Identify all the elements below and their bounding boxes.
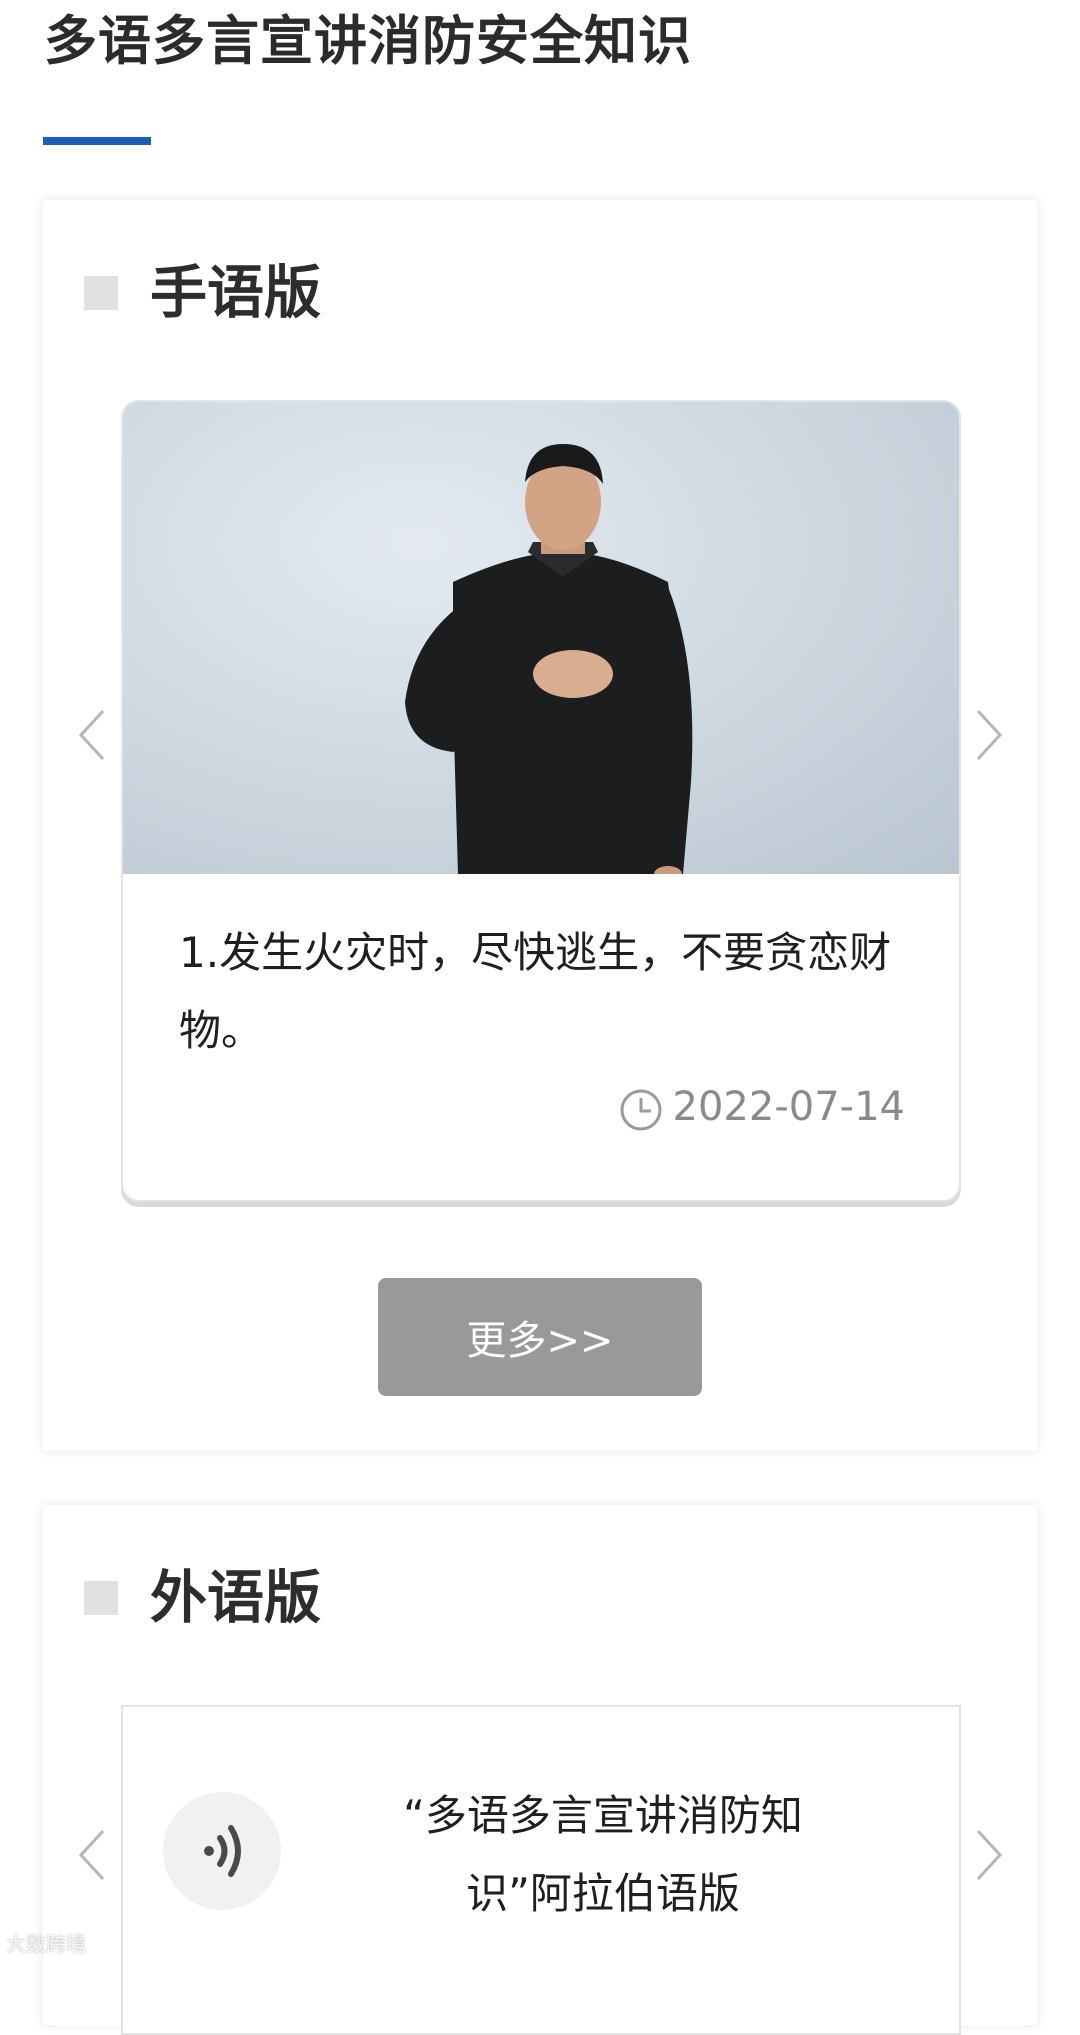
sound-waves-icon [204,1825,241,1877]
title-accent-bar [43,137,151,145]
chevron-left-icon [78,709,105,761]
speaker-icon[interactable] [163,1792,281,1910]
date-text: 2022-07-14 [672,1084,905,1130]
carousel-prev-button[interactable] [73,1825,113,1885]
section-marker [84,1581,118,1615]
clock-icon [620,1089,662,1131]
watermark: 大数跨境 [6,1932,86,1956]
carousel-prev-button[interactable] [73,705,113,765]
video-title[interactable]: 1.发生火灾时，尽快逃生，不要贪恋财物。 [179,914,909,1070]
video-card[interactable]: 1.发生火灾时，尽快逃生，不要贪恋财物。 2022-07-14 [121,400,961,1202]
sign-language-presenter-image [405,444,693,874]
audio-card[interactable]: “多语多言宣讲消防知识”阿拉伯语版 [121,1705,961,2035]
more-button[interactable]: 更多>> [378,1278,702,1396]
publish-date: 2022-07-14 [619,1082,905,1132]
section-title: 手语版 [150,260,321,326]
section-title: 外语版 [150,1565,321,1631]
audio-title[interactable]: “多语多言宣讲消防知识”阿拉伯语版 [353,1777,853,1933]
chevron-right-icon [976,1829,1003,1881]
video-thumbnail[interactable] [123,402,959,874]
foreign-language-section: 外语版 “多语多言宣讲消防知识”阿拉伯语版 [43,1505,1037,2035]
section-header: 外语版 [84,1563,321,1633]
carousel-next-button[interactable] [968,705,1008,765]
sign-language-section: 手语版 1.发生火灾时，尽快逃生，不要贪恋财物。 2022-07-14 更多>> [43,200,1037,1451]
section-header: 手语版 [84,258,321,328]
chevron-right-icon [976,709,1003,761]
page-title: 多语多言宣讲消防安全知识 [44,11,692,72]
carousel-next-button[interactable] [968,1825,1008,1885]
chevron-left-icon [78,1829,105,1881]
section-marker [84,276,118,310]
